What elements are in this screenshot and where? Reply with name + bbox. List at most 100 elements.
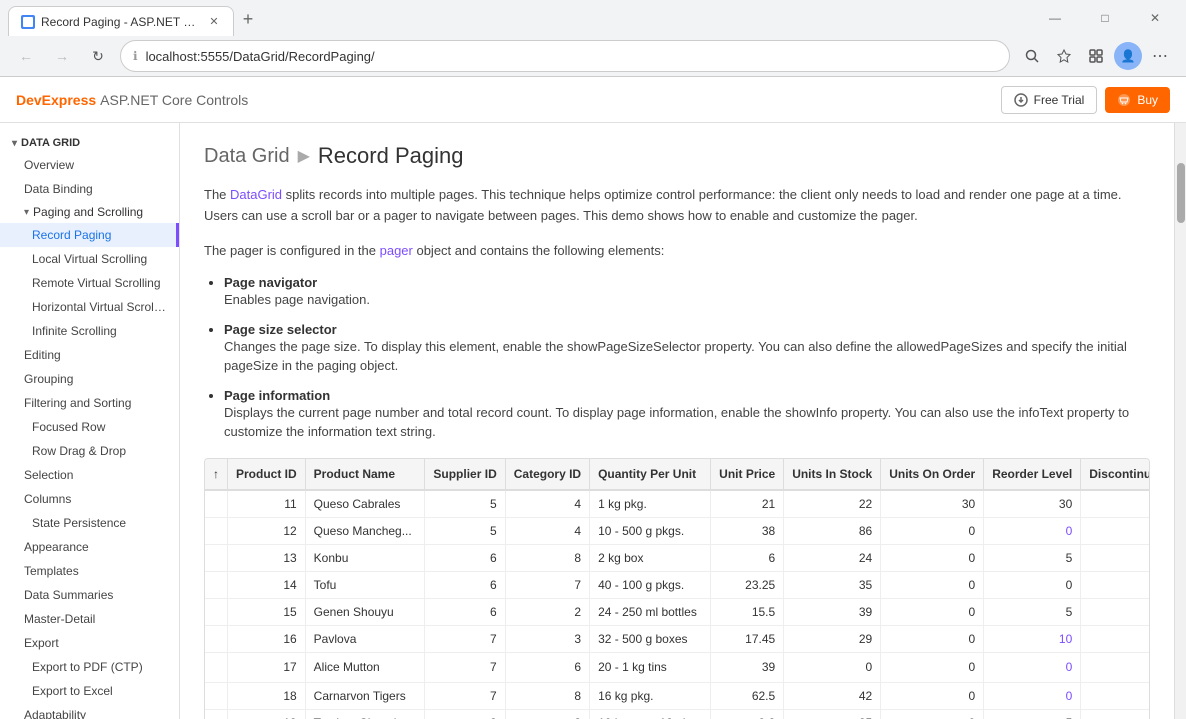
col-product-id[interactable]: Product ID [228,459,306,490]
scrollbar-thumb[interactable] [1177,163,1185,223]
cell-units-order: 0 [881,625,984,652]
cell-discontinued [1081,517,1150,544]
close-button[interactable]: ✕ [1132,0,1178,36]
profile-icon[interactable]: 👤 [1114,42,1142,70]
grid-header: ↑ Product ID Product Name Supplier ID Ca… [205,459,1150,490]
show-info-link[interactable]: showInfo [785,405,837,420]
sidebar-item-grouping[interactable]: Grouping [0,367,179,391]
bullet-desc-size-selector: Changes the page size. To display this e… [224,337,1150,376]
col-product-name[interactable]: Product Name [305,459,425,490]
col-units-stock[interactable]: Units In Stock [784,459,881,490]
sidebar-item-record-paging[interactable]: Record Paging [0,223,179,247]
cell-supplier: 7 [425,652,505,682]
sidebar-item-master-detail[interactable]: Master-Detail [0,607,179,631]
sidebar-subsection-paging-scrolling[interactable]: ▾ Paging and Scrolling [0,201,179,223]
cell-category: 4 [505,517,589,544]
paging-link[interactable]: paging [317,358,356,373]
datagrid-link[interactable]: DataGrid [230,187,282,202]
tab-label: Record Paging - ASP.NET Core D [41,15,201,29]
cell-reorder: 0 [984,517,1081,544]
sidebar-section-data-grid[interactable]: ▾ DATA GRID [0,131,179,153]
sidebar-item-export-pdf[interactable]: Export to PDF (CTP) [0,655,179,679]
cell-id: 18 [228,682,306,709]
cell-supplier: 7 [425,682,505,709]
collections-icon-btn[interactable] [1082,42,1110,70]
sidebar-item-templates[interactable]: Templates [0,559,179,583]
cell-units-stock: 24 [784,544,881,571]
free-trial-button[interactable]: Free Trial [1001,86,1098,114]
sidebar-item-appearance[interactable]: Appearance [0,535,179,559]
tab-close-button[interactable]: ✕ [207,15,221,29]
show-page-size-selector-link[interactable]: showPageSizeSelector [567,339,701,354]
sidebar-item-selection[interactable]: Selection [0,463,179,487]
back-button[interactable]: ← [12,42,40,70]
sidebar-item-overview[interactable]: Overview [0,153,179,177]
breadcrumb-arrow: ▶ [298,146,310,166]
cell-reorder: 10 [984,625,1081,652]
col-sort[interactable]: ↑ [205,459,228,490]
cell-price: 23.25 [711,571,784,598]
cell-name: Carnarvon Tigers [305,682,425,709]
allowed-page-sizes-link[interactable]: allowedPageSizes [896,339,1002,354]
page-size-link[interactable]: pageSize [224,358,278,373]
cell-quantity: 16 kg pkg. [590,682,711,709]
browser-chrome: Record Paging - ASP.NET Core D ✕ + — □ ✕… [0,0,1186,77]
sidebar-item-export-excel[interactable]: Export to Excel [0,679,179,703]
cell-quantity: 1 kg pkg. [590,490,711,518]
cell-quantity: 20 - 1 kg tins [590,652,711,682]
refresh-button[interactable]: ↻ [84,42,112,70]
cell-id: 12 [228,517,306,544]
sidebar-item-local-virtual-scrolling[interactable]: Local Virtual Scrolling [0,247,179,271]
download-icon [1014,93,1028,107]
cell-units-stock: 22 [784,490,881,518]
url-bar[interactable]: ℹ localhost:5555/DataGrid/RecordPaging/ [120,40,1010,72]
col-discontinued[interactable]: Discontinued [1081,459,1150,490]
sidebar-item-focused-row[interactable]: Focused Row [0,415,179,439]
cell-category: 7 [505,571,589,598]
table-row: 16 Pavlova 7 3 32 - 500 g boxes 17.45 29… [205,625,1150,652]
cell-name: Genen Shouyu [305,598,425,625]
sidebar-item-data-binding[interactable]: Data Binding [0,177,179,201]
sidebar-item-filtering-sorting[interactable]: Filtering and Sorting [0,391,179,415]
sidebar-item-state-persistence[interactable]: State Persistence [0,511,179,535]
maximize-button[interactable]: □ [1082,0,1128,36]
pager-link[interactable]: pager [380,243,413,258]
cell-units-order: 0 [881,682,984,709]
col-supplier-id[interactable]: Supplier ID [425,459,505,490]
scrollbar-track[interactable] [1174,123,1186,719]
cell-id: 14 [228,571,306,598]
sidebar-item-remote-virtual-scrolling[interactable]: Remote Virtual Scrolling [0,271,179,295]
main-layout: ▾ DATA GRID Overview Data Binding ▾ Pagi… [0,123,1186,719]
sidebar-item-horizontal-virtual-scrolling[interactable]: Horizontal Virtual Scrolling [0,295,179,319]
minimize-button[interactable]: — [1032,0,1078,36]
col-units-order[interactable]: Units On Order [881,459,984,490]
col-category-id[interactable]: Category ID [505,459,589,490]
cell-price: 62.5 [711,682,784,709]
search-icon-btn[interactable] [1018,42,1046,70]
cell-quantity: 24 - 250 ml bottles [590,598,711,625]
cell-reorder: 5 [984,544,1081,571]
info-text-link[interactable]: infoText [1019,405,1064,420]
sidebar-item-editing[interactable]: Editing [0,343,179,367]
cell-id: 16 [228,625,306,652]
sidebar-item-infinite-scrolling[interactable]: Infinite Scrolling [0,319,179,343]
forward-button[interactable]: → [48,42,76,70]
sidebar-item-row-drag-drop[interactable]: Row Drag & Drop [0,439,179,463]
sidebar-item-export[interactable]: Export [0,631,179,655]
table-row: 18 Carnarvon Tigers 7 8 16 kg pkg. 62.5 … [205,682,1150,709]
buy-button[interactable]: Buy [1105,87,1170,113]
table-row: 15 Genen Shouyu 6 2 24 - 250 ml bottles … [205,598,1150,625]
sidebar-item-data-summaries[interactable]: Data Summaries [0,583,179,607]
col-unit-price[interactable]: Unit Price [711,459,784,490]
favorites-icon-btn[interactable] [1050,42,1078,70]
grid-table: ↑ Product ID Product Name Supplier ID Ca… [205,459,1150,719]
new-tab-button[interactable]: + [234,5,262,33]
description-paragraph-1: The DataGrid splits records into multipl… [204,185,1150,227]
sidebar-item-columns[interactable]: Columns [0,487,179,511]
more-options-button[interactable]: ⋯ [1146,42,1174,70]
sidebar-item-adaptability[interactable]: Adaptability [0,703,179,719]
col-quantity[interactable]: Quantity Per Unit [590,459,711,490]
sidebar: ▾ DATA GRID Overview Data Binding ▾ Pagi… [0,123,180,719]
col-reorder[interactable]: Reorder Level [984,459,1081,490]
browser-tab[interactable]: Record Paging - ASP.NET Core D ✕ [8,6,234,36]
